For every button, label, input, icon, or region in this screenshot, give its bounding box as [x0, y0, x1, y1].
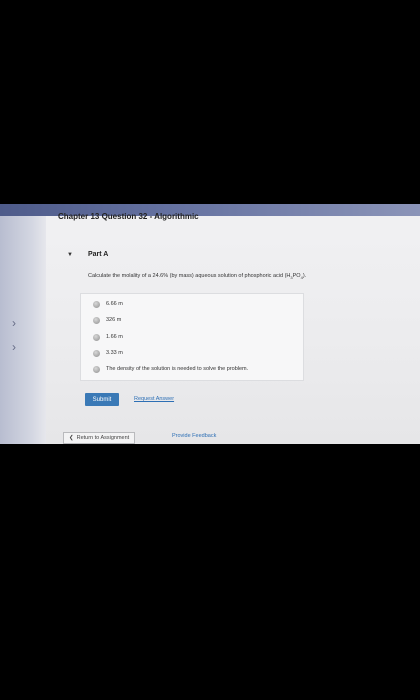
next-chevron-icon[interactable]: › [12, 340, 16, 354]
radio-button[interactable] [93, 300, 100, 308]
submit-button[interactable]: Submit [85, 393, 119, 406]
answer-option[interactable]: 6.66 m [93, 299, 123, 309]
option-label: 1.66 m [106, 334, 123, 340]
option-label: 3.33 m [106, 350, 123, 356]
provide-feedback-link[interactable]: Provide Feedback [172, 433, 216, 439]
request-answer-link[interactable]: Request Answer [134, 396, 174, 402]
answer-option[interactable]: 1.66 m [93, 332, 123, 342]
option-label: 326 m [106, 317, 122, 323]
part-label[interactable]: Part A [88, 251, 108, 258]
radio-button[interactable] [93, 316, 100, 324]
return-label: Return to Assignment [76, 435, 130, 441]
answer-option[interactable]: 3.33 m [93, 348, 123, 358]
question-text: Calculate the molality of a 24.6% (by ma… [88, 273, 307, 281]
page-title: Chapter 13 Question 32 - Algorithmic [58, 212, 199, 221]
return-to-assignment-button[interactable]: ❮ Return to Assignment [63, 432, 136, 444]
answer-option[interactable]: 326 m [93, 315, 121, 325]
back-chevron-icon: ❮ [69, 435, 74, 441]
answer-options: 6.66 m 326 m 1.66 m 3.33 m The density o… [80, 293, 304, 381]
left-nav-strip: › › [0, 216, 46, 444]
assignment-screen: › › Chapter 13 Question 32 - Algorithmic… [0, 204, 420, 444]
option-label: The density of the solution is needed to… [106, 366, 249, 372]
radio-button[interactable] [93, 333, 100, 341]
answer-option[interactable]: The density of the solution is needed to… [93, 364, 248, 374]
radio-button[interactable] [93, 365, 100, 373]
next-chevron-icon[interactable]: › [12, 316, 16, 330]
option-label: 6.66 m [106, 301, 123, 307]
radio-button[interactable] [93, 349, 100, 357]
collapse-toggle-icon[interactable]: ▼ [67, 252, 73, 258]
